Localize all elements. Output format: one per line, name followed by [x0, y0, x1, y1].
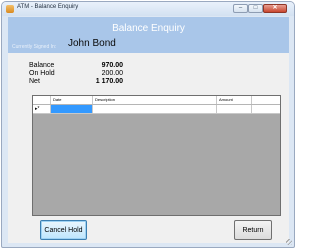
row-header-corner: [33, 96, 51, 104]
column-header-description[interactable]: Description: [93, 96, 217, 104]
atm-app-icon: [6, 5, 14, 13]
return-button[interactable]: Return: [234, 220, 272, 240]
title-bar[interactable]: ATM - Balance Enquiry – □ ✕: [2, 2, 294, 16]
description-cell[interactable]: [93, 105, 217, 113]
table-row[interactable]: ▸*: [33, 105, 280, 114]
cancel-hold-button[interactable]: Cancel Hold: [40, 220, 87, 240]
net-value: 1 170.00: [95, 78, 123, 85]
date-cell[interactable]: [51, 105, 93, 113]
signed-in-user: John Bond: [68, 38, 116, 49]
column-header-amount[interactable]: Amount: [217, 96, 252, 104]
window-title: ATM - Balance Enquiry: [17, 4, 79, 10]
transactions-grid[interactable]: Date Description Amount ▸*: [32, 95, 281, 216]
resize-grip-icon[interactable]: [286, 239, 292, 245]
new-row-indicator[interactable]: ▸*: [33, 105, 51, 113]
page-title: Balance Enquiry: [112, 23, 185, 34]
grid-header-row: Date Description Amount: [33, 96, 280, 105]
atm-window: ATM - Balance Enquiry – □ ✕ Balance Enqu…: [1, 1, 295, 248]
maximize-button[interactable]: □: [248, 4, 263, 13]
net-label: Net: [29, 78, 40, 85]
form-body: Balance Enquiry Currently Signed In: Joh…: [8, 17, 289, 243]
header-panel: Balance Enquiry Currently Signed In: Joh…: [8, 17, 289, 53]
amount-cell[interactable]: [217, 105, 252, 113]
balance-value: 970.00: [101, 62, 123, 69]
balance-label: Balance: [29, 62, 55, 69]
minimize-button[interactable]: –: [233, 4, 248, 13]
close-button[interactable]: ✕: [263, 4, 287, 13]
signed-in-label: Currently Signed In:: [12, 44, 57, 50]
on-hold-label: On Hold: [29, 70, 55, 77]
column-header-date[interactable]: Date: [51, 96, 93, 104]
on-hold-value: 200.00: [101, 70, 123, 77]
